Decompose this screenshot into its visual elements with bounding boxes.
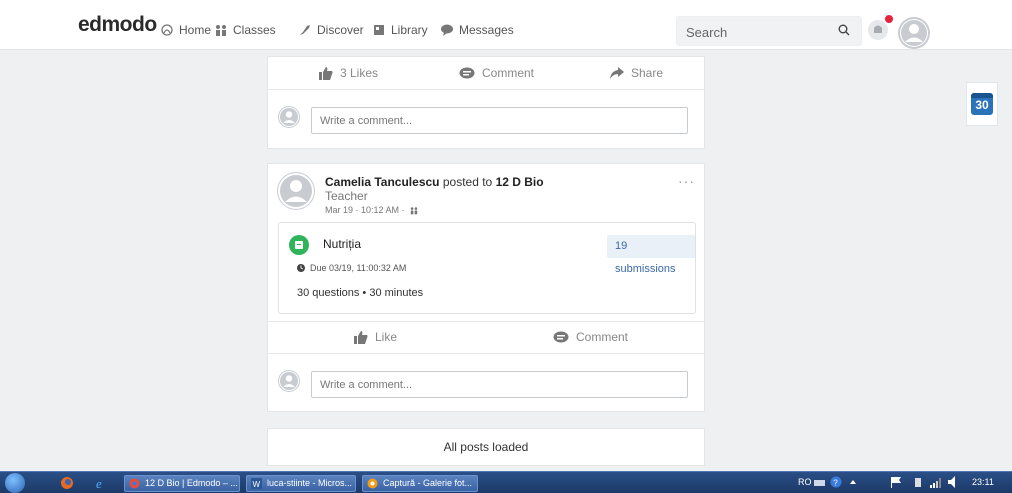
avatar-icon [279, 371, 299, 391]
avatar-icon [900, 19, 928, 47]
nav-home[interactable]: Home [160, 23, 211, 37]
commenter-avatar [278, 106, 300, 128]
comment-button[interactable]: Comment [459, 66, 534, 80]
nav-classes[interactable]: Classes [214, 23, 276, 37]
word-icon: W [251, 478, 262, 489]
taskbar-item-label: Captură - Galerie fot... [383, 478, 473, 488]
avatar-icon [278, 173, 314, 209]
classes-icon [216, 25, 226, 36]
power-icon[interactable] [912, 476, 924, 488]
firefox-icon[interactable] [60, 476, 74, 490]
author-name[interactable]: Camelia Tanculescu [325, 175, 440, 189]
taskbar-item-label: luca-stiinte - Micros... [267, 478, 353, 488]
thumbs-up-icon [319, 66, 333, 80]
classes-icon [410, 206, 417, 214]
share-icon [610, 67, 624, 79]
comment-icon [553, 331, 569, 342]
volume-icon[interactable] [948, 476, 961, 488]
top-navigation: edmodo Home Classes Discover Library Mes… [0, 0, 1012, 50]
network-icon[interactable] [930, 478, 942, 488]
edmodo-logo[interactable]: edmodo [78, 13, 157, 37]
post-timestamp: Mar 19 · 10:12 AM · [325, 205, 405, 215]
flag-icon[interactable] [890, 477, 902, 488]
clock-icon [297, 264, 305, 272]
assignment-title[interactable]: Nutriția [323, 237, 361, 251]
keyboard-icon[interactable] [814, 477, 825, 488]
divider [268, 353, 704, 354]
svg-text:e: e [96, 476, 102, 490]
nav-messages[interactable]: Messages [440, 23, 514, 37]
author-avatar[interactable] [277, 172, 315, 210]
user-avatar[interactable] [898, 17, 930, 49]
comment-icon [459, 67, 475, 78]
divider [268, 89, 704, 90]
chrome-icon [129, 478, 140, 489]
nav-home-label: Home [179, 23, 212, 37]
nav-library[interactable]: Library [372, 23, 428, 37]
avatar-icon [279, 107, 299, 127]
taskbar-item-label: 12 D Bio | Edmodo – ... [145, 478, 238, 488]
nav-discover[interactable]: Discover [298, 23, 364, 37]
quiz-info: 30 questions • 30 minutes [297, 287, 424, 299]
chat-icon [441, 24, 453, 36]
like-button[interactable]: Like [354, 330, 397, 344]
notification-badge [883, 13, 895, 25]
calendar-widget[interactable]: 30 [966, 82, 998, 126]
comment-label: Comment [576, 330, 629, 344]
comment-input[interactable]: Write a comment... [311, 107, 688, 134]
commenter-avatar [278, 370, 300, 392]
taskbar-item-word[interactable]: W luca-stiinte - Micros... [246, 475, 356, 492]
all-posts-loaded: All posts loaded [267, 428, 705, 466]
post-card: Camelia Tanculescu posted to 12 D Bio Te… [267, 163, 705, 412]
calendar-icon: 30 [971, 93, 993, 115]
library-icon [374, 25, 384, 35]
assignment-icon [289, 235, 309, 255]
share-button[interactable]: Share [610, 66, 663, 80]
help-icon[interactable]: ? [830, 476, 842, 488]
start-button[interactable] [5, 473, 25, 493]
post-meta: Mar 19 · 10:12 AM · [325, 205, 419, 215]
home-icon [161, 24, 173, 36]
author-role: Teacher [325, 189, 368, 203]
submissions-button[interactable]: 19 submissions [607, 235, 695, 275]
ie-icon[interactable]: e [95, 476, 109, 490]
tray-expand-icon[interactable] [848, 475, 858, 489]
posted-to-text: posted to [442, 175, 493, 189]
divider [268, 321, 704, 322]
post-header: Camelia Tanculescu posted to 12 D Bio [325, 175, 544, 189]
clock[interactable]: 23:11 [972, 477, 994, 487]
taskbar: e 12 D Bio | Edmodo – ... W luca-stiinte… [0, 471, 1012, 493]
nav-library-label: Library [391, 23, 428, 37]
nav-classes-label: Classes [233, 23, 276, 37]
photo-gallery-icon [367, 478, 378, 489]
like-label: Like [375, 330, 398, 344]
rocket-icon [300, 25, 310, 35]
nav-discover-label: Discover [317, 23, 364, 37]
thumbs-up-icon [354, 330, 368, 344]
due-date-text: Due 03/19, 11:00:32 AM [310, 263, 407, 273]
checklist-icon [295, 241, 303, 249]
post-menu-button[interactable]: ··· [678, 173, 695, 189]
comment-button[interactable]: Comment [553, 330, 628, 344]
comment-input[interactable]: Write a comment... [311, 371, 688, 398]
likes-button[interactable]: 3 Likes [319, 66, 378, 80]
search-input[interactable]: Search [676, 16, 862, 46]
svg-text:?: ? [833, 479, 838, 488]
svg-text:W: W [253, 480, 261, 489]
system-tray: RO ? 23:11 [790, 472, 1012, 493]
comment-label: Comment [482, 66, 535, 80]
search-placeholder: Search [686, 25, 728, 40]
taskbar-item-gallery[interactable]: Captură - Galerie fot... [362, 475, 478, 492]
likes-label: 3 Likes [340, 66, 379, 80]
share-label: Share [631, 66, 664, 80]
taskbar-item-edmodo[interactable]: 12 D Bio | Edmodo – ... [124, 475, 240, 492]
group-link[interactable]: 12 D Bio [496, 175, 544, 189]
due-date: Due 03/19, 11:00:32 AM [297, 263, 406, 273]
search-icon[interactable] [838, 24, 850, 36]
nav-messages-label: Messages [459, 23, 514, 37]
assignment-card[interactable]: Nutriția 19 submissions Due 03/19, 11:00… [278, 222, 696, 314]
language-indicator[interactable]: RO [798, 477, 812, 487]
post-card-previous: 3 Likes Comment Share Write a comment... [267, 56, 705, 149]
